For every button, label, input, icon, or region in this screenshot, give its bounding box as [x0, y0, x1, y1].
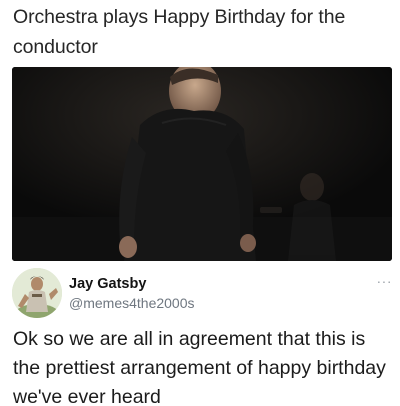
display-name[interactable]: Jay Gatsby: [69, 276, 146, 292]
avatar-image: [12, 268, 62, 318]
video-frame: [12, 67, 392, 261]
user-handle[interactable]: @memes4the2000s: [69, 295, 195, 311]
more-horizontal-icon[interactable]: ···: [372, 274, 392, 288]
tweet-header: Jay Gatsby @memes4the2000s ···: [12, 268, 392, 320]
video-player[interactable]: [12, 67, 392, 261]
tweet-text: Ok so we are all in agreement that this …: [13, 328, 386, 406]
post-caption: Orchestra plays Happy Birthday for the c…: [13, 6, 346, 58]
avatar[interactable]: [12, 268, 62, 318]
